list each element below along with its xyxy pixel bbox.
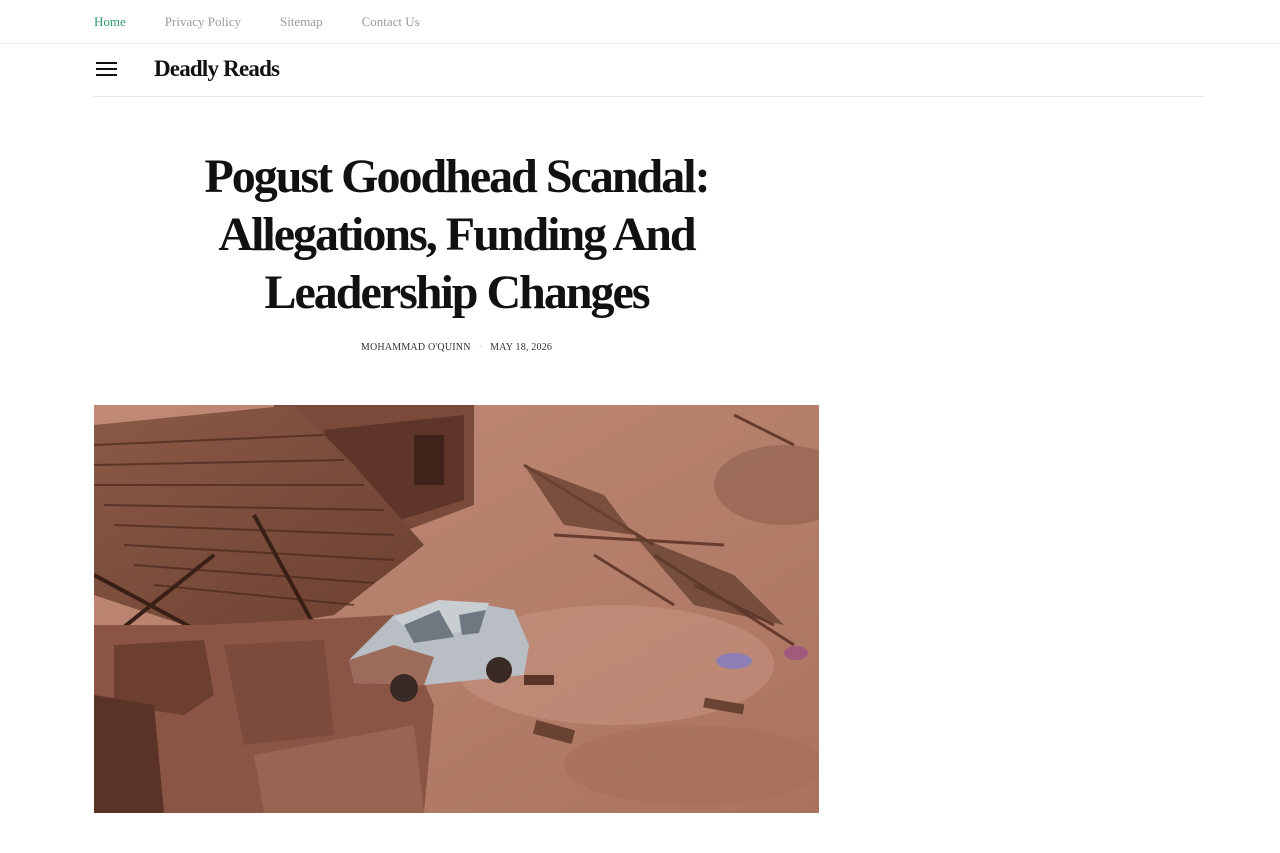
- nav-link-home[interactable]: Home: [94, 14, 126, 30]
- nav-link-privacy-policy[interactable]: Privacy Policy: [165, 14, 241, 30]
- hero-image-illustration: [94, 405, 819, 813]
- article-author[interactable]: MOHAMMAD O'QUINN: [361, 342, 471, 353]
- top-nav: Home Privacy Policy Sitemap Contact Us: [94, 14, 459, 30]
- top-navigation-bar: Home Privacy Policy Sitemap Contact Us: [0, 0, 1280, 44]
- nav-link-contact-us[interactable]: Contact Us: [362, 14, 420, 30]
- hamburger-line: [96, 74, 117, 76]
- article-title: Pogust Goodhead Scandal: Allegations, Fu…: [204, 150, 710, 319]
- hamburger-line: [96, 68, 117, 70]
- site-header: Deadly Reads: [94, 44, 1203, 97]
- hamburger-menu-icon[interactable]: [96, 62, 118, 78]
- meta-separator: ·: [478, 342, 483, 353]
- article-meta: MOHAMMAD O'QUINN · MAY 18, 2026: [94, 342, 819, 353]
- hamburger-line: [96, 62, 117, 64]
- article-header: Pogust Goodhead Scandal: Allegations, Fu…: [94, 148, 819, 353]
- hero-image: [94, 405, 819, 813]
- nav-link-sitemap[interactable]: Sitemap: [280, 14, 323, 30]
- article-date: MAY 18, 2026: [490, 342, 553, 353]
- site-title[interactable]: Deadly Reads: [154, 56, 280, 82]
